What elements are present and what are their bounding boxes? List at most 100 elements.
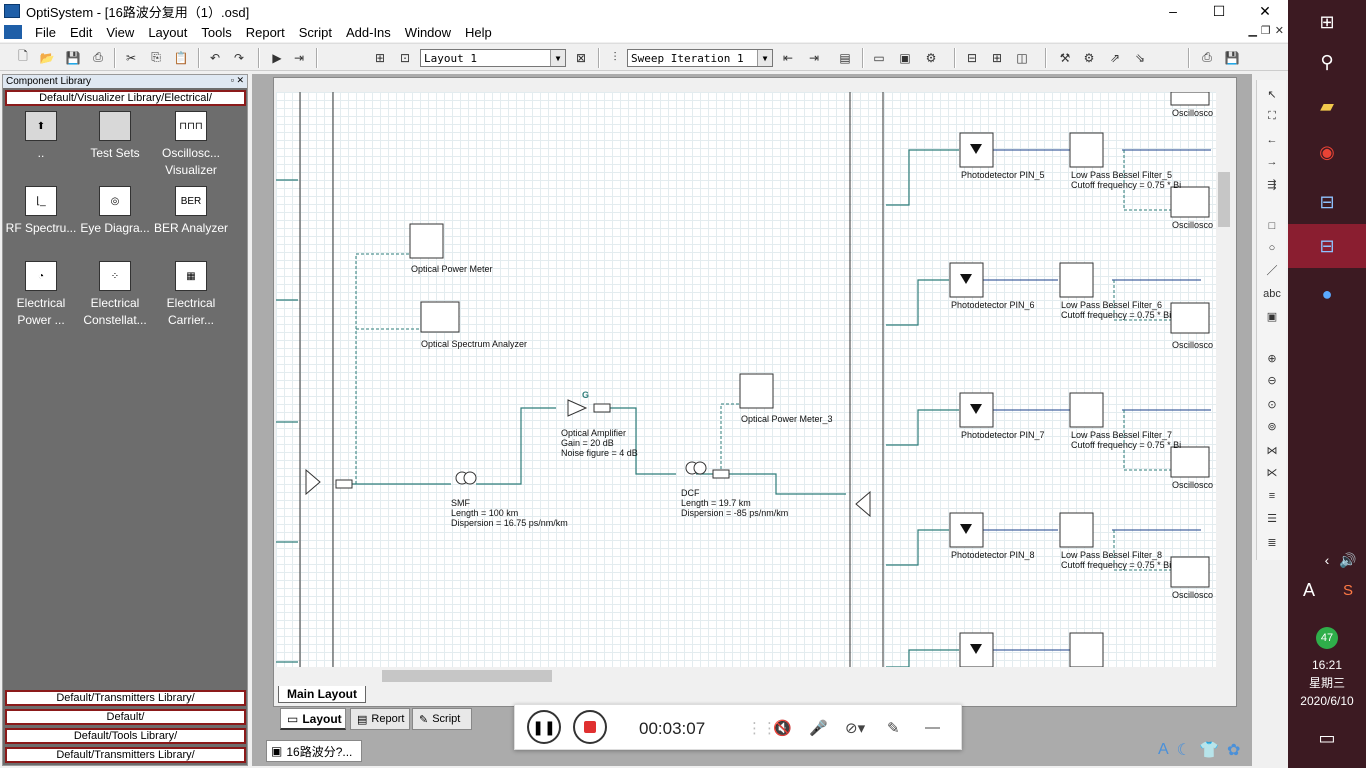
zoom-window-icon[interactable]: ⊚: [1263, 418, 1281, 434]
photodetector-7-label[interactable]: Photodetector PIN_7: [961, 430, 1045, 440]
tab-main-layout[interactable]: Main Layout: [278, 686, 366, 703]
ime-shirt-icon[interactable]: 👕: [1199, 740, 1219, 760]
oscilloscope-label[interactable]: Oscillosco: [1172, 480, 1213, 490]
tools-icon[interactable]: ⚙: [1080, 49, 1098, 66]
save-all-icon[interactable]: 💾: [1223, 49, 1241, 66]
minimize-button[interactable]: –: [1150, 0, 1196, 22]
ime-moon-icon[interactable]: ☾: [1177, 740, 1191, 760]
library-folder-default[interactable]: Default/: [5, 709, 246, 725]
lowpass-filter-6-label[interactable]: Low Pass Bessel Filter_6 Cutoff frequency…: [1061, 300, 1171, 320]
optical-power-meter-3-label[interactable]: Optical Power Meter_3: [741, 414, 833, 424]
tab-report[interactable]: ▤ Report: [350, 708, 410, 730]
scroll-thumb[interactable]: [382, 670, 552, 682]
sweep-icon[interactable]: ⫶: [606, 49, 624, 66]
library-item-up[interactable]: ⬆ ..: [3, 111, 79, 162]
mdi-restore-icon[interactable]: ❐: [1261, 24, 1271, 37]
print-icon[interactable]: ⎙: [89, 49, 107, 66]
menu-script[interactable]: Script: [292, 25, 339, 40]
tab-script[interactable]: ✎ Script: [412, 708, 472, 730]
chevron-down-icon[interactable]: ▼: [550, 50, 565, 66]
fit-icon[interactable]: ⛶: [1263, 108, 1281, 124]
layout-combo[interactable]: Layout 1 ▼: [420, 49, 566, 67]
menu-file[interactable]: File: [28, 25, 63, 40]
library-folder-tools[interactable]: Default/Tools Library/: [5, 728, 246, 744]
tab-layout[interactable]: ▭ Layout: [280, 708, 346, 730]
wrench-icon[interactable]: ⚒: [1056, 49, 1074, 66]
minimize-recorder-icon[interactable]: —: [925, 719, 940, 736]
library-folder-transmitters[interactable]: Default/Transmitters Library/: [5, 690, 246, 706]
vertical-scrollbar[interactable]: [1216, 92, 1232, 667]
save-icon[interactable]: 💾: [64, 49, 82, 66]
sweep-prev-icon[interactable]: ⇤: [779, 49, 797, 66]
ime-settings-icon[interactable]: ✿: [1227, 740, 1240, 760]
horizontal-scrollbar[interactable]: [276, 668, 1216, 684]
report-icon[interactable]: ▤: [836, 49, 854, 66]
library-item-test-sets[interactable]: Test Sets: [77, 111, 153, 162]
sweep-next-icon[interactable]: ⇥: [805, 49, 823, 66]
image-icon[interactable]: ▣: [1263, 308, 1281, 324]
camera-off-icon[interactable]: ⊘▾: [845, 719, 865, 737]
layout-canvas[interactable]: Optical Power Meter Optical Spectrum Ana…: [276, 92, 1216, 667]
menu-edit[interactable]: Edit: [63, 25, 99, 40]
connect-icon[interactable]: ⇶: [1263, 176, 1281, 192]
pause-button[interactable]: ❚❚: [527, 710, 561, 744]
library-item-electrical-power[interactable]: ◔ Electrical Power ...: [3, 261, 79, 329]
redo-icon[interactable]: ↷: [230, 49, 248, 66]
smf-label[interactable]: SMF Length = 100 km Dispersion = 16.75 p…: [451, 498, 568, 528]
import-icon[interactable]: ⇘: [1131, 49, 1149, 66]
speaker-mute-icon[interactable]: 🔇: [773, 719, 792, 737]
new-file-icon[interactable]: 🗋: [14, 49, 32, 66]
export-icon[interactable]: ⇗: [1106, 49, 1124, 66]
zoom-out-icon[interactable]: ⊖: [1263, 372, 1281, 388]
text-icon[interactable]: abc: [1263, 286, 1281, 302]
mdi-minimize-icon[interactable]: ▁: [1248, 24, 1256, 37]
dcf-label[interactable]: DCF Length = 19.7 km Dispersion = -85 ps…: [681, 488, 788, 518]
cut-icon[interactable]: ✂: [122, 49, 140, 66]
oscilloscope-label[interactable]: Oscillosco: [1172, 108, 1213, 118]
tile-icon[interactable]: ⊞: [988, 49, 1006, 66]
group-icon[interactable]: ≡: [1263, 488, 1281, 504]
pen-icon[interactable]: ✎: [887, 719, 900, 737]
align-icon[interactable]: ⋈: [1263, 442, 1281, 458]
open-file-icon[interactable]: 📂: [38, 49, 56, 66]
sogou-icon[interactable]: S: [1330, 568, 1366, 612]
arrow-left-icon[interactable]: ←: [1263, 132, 1281, 148]
optisystem-taskbar-icon[interactable]: ⊟: [1288, 180, 1366, 224]
lowpass-filter-8-label[interactable]: Low Pass Bessel Filter_8 Cutoff frequency…: [1061, 550, 1171, 570]
run-icon[interactable]: ▶: [268, 49, 286, 66]
split-icon[interactable]: ◫: [1013, 49, 1031, 66]
paste-icon[interactable]: 📋: [172, 49, 190, 66]
document-icon[interactable]: [4, 25, 22, 39]
line-icon[interactable]: ／: [1263, 262, 1281, 278]
menu-help[interactable]: Help: [458, 25, 499, 40]
print-preview-icon[interactable]: ⎙: [1198, 49, 1216, 66]
close-button[interactable]: ✕: [1242, 0, 1288, 22]
oscilloscope-label[interactable]: Oscillosco: [1172, 220, 1213, 230]
photodetector-8-label[interactable]: Photodetector PIN_8: [951, 550, 1035, 560]
photodetector-5-label[interactable]: Photodetector PIN_5: [961, 170, 1045, 180]
chrome-icon[interactable]: ◉: [1288, 130, 1366, 174]
menu-tools[interactable]: Tools: [194, 25, 238, 40]
layout-delete-icon[interactable]: ⊠: [572, 49, 590, 66]
optical-power-meter-label[interactable]: Optical Power Meter: [411, 264, 493, 274]
monitor-icon[interactable]: ▭: [870, 49, 888, 66]
lowpass-filter-5-label[interactable]: Low Pass Bessel Filter_5 Cutoff frequency…: [1071, 170, 1181, 190]
mdi-close-icon[interactable]: ✕: [1275, 24, 1284, 37]
oscilloscope-label[interactable]: Oscillosco: [1172, 340, 1213, 350]
ime-indicator[interactable]: A: [1288, 568, 1330, 612]
step-icon[interactable]: ⇥: [290, 49, 308, 66]
lowpass-filter-7-label[interactable]: Low Pass Bessel Filter_7 Cutoff frequency…: [1071, 430, 1181, 450]
action-center-icon[interactable]: ▭: [1288, 716, 1366, 760]
copy-icon[interactable]: ⎘: [147, 49, 165, 66]
close-icon[interactable]: ▫ ✕: [231, 75, 244, 86]
layout-options-icon[interactable]: ⊡: [396, 49, 414, 66]
library-path[interactable]: Default/Visualizer Library/Electrical/: [5, 90, 246, 106]
oscilloscope-label[interactable]: Oscillosco: [1172, 590, 1213, 600]
arrow-right-icon[interactable]: →: [1263, 154, 1281, 170]
chevron-down-icon[interactable]: ▼: [757, 50, 772, 66]
stop-button[interactable]: [573, 710, 607, 744]
order-icon[interactable]: ≣: [1263, 534, 1281, 550]
recorder-app-icon[interactable]: ●: [1288, 272, 1366, 316]
ungroup-icon[interactable]: ☰: [1263, 510, 1281, 526]
notification-badge[interactable]: 47: [1288, 616, 1366, 660]
